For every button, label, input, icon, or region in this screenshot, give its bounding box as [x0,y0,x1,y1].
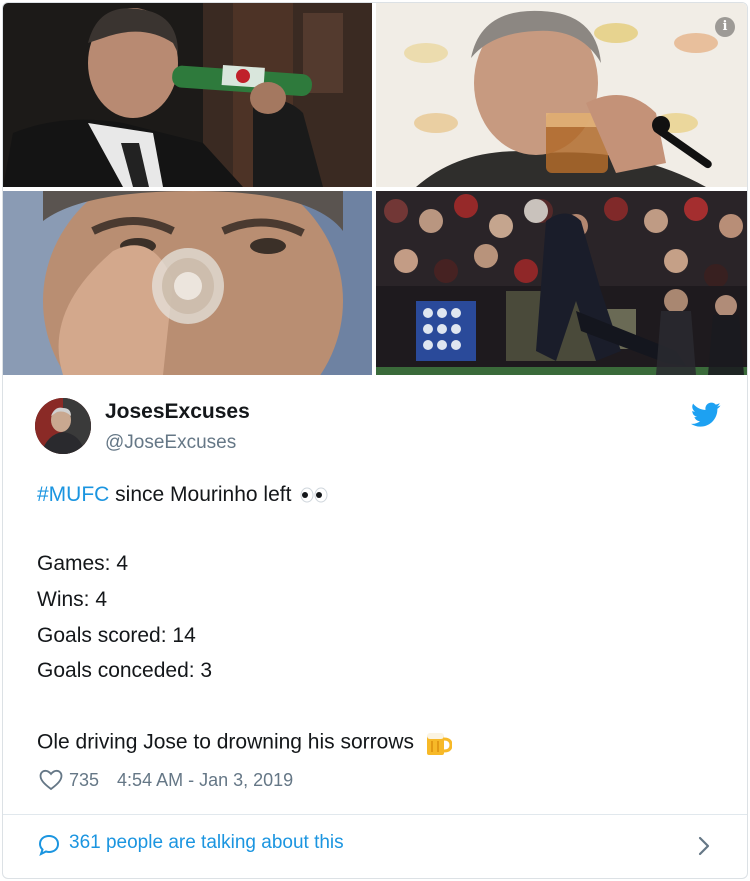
beer-mug-emoji [427,733,452,755]
photo-grid: i [3,3,747,375]
photo-stadium-kick[interactable] [376,191,747,375]
avatar[interactable] [35,398,91,454]
tweet-meta: 735 4:54 AM - Jan 3, 2019 [39,767,293,793]
stat-wins: Wins: 4 [37,588,108,611]
photo-drinking-glass[interactable]: i [376,3,747,187]
twitter-bird-icon[interactable] [691,402,721,428]
eyes-emoji [300,487,328,503]
timestamp[interactable]: 4:54 AM - Jan 3, 2019 [117,770,293,791]
closing-text: Ole driving Jose to drowning his sorrows [37,730,414,754]
photo-drinking-bottle[interactable] [3,3,372,187]
info-icon[interactable]: i [715,17,735,37]
hashtag-link[interactable]: #MUFC [37,483,109,506]
tweet-line-1-text: since Mourinho left [109,483,292,506]
tweet-card: i JosesExcuses @JoseExcuses #MUFC since … [2,2,748,879]
talking-count-text: 361 people are talking about this [69,832,344,853]
tweet-line-1: #MUFC since Mourinho left [37,483,329,507]
speech-bubble-icon [38,834,60,856]
tweet-closing-line: Ole driving Jose to drowning his sorrows [37,729,452,757]
like-count[interactable]: 735 [69,770,99,791]
stat-goals-conceded: Goals conceded: 3 [37,659,213,682]
tweet-header: JosesExcuses @JoseExcuses [33,398,723,462]
photo-closeup-glass[interactable] [3,191,372,375]
chevron-right-icon [698,836,710,856]
display-name[interactable]: JosesExcuses [105,400,250,424]
user-handle[interactable]: @JoseExcuses [105,432,236,454]
conversation-link[interactable]: 361 people are talking about this [3,815,747,878]
stat-goals-scored: Goals scored: 14 [37,624,196,647]
heart-icon[interactable] [39,769,63,791]
stat-games: Games: 4 [37,552,129,575]
